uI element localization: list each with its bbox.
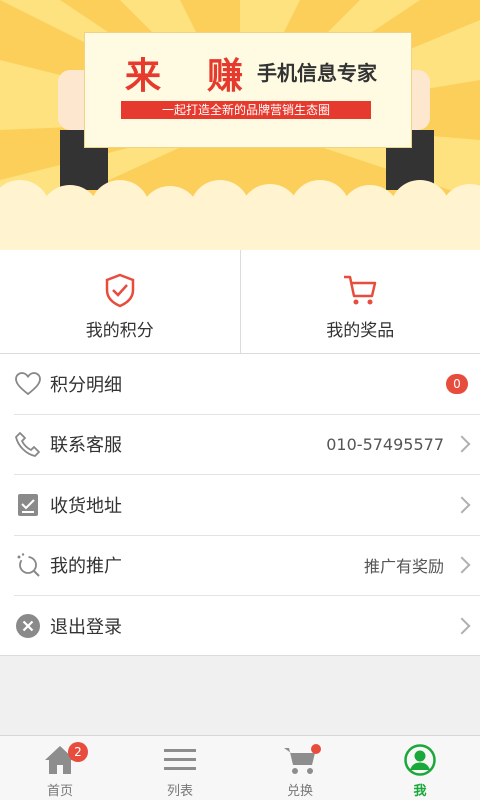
home-badge: 2	[68, 742, 88, 762]
menu-item-my-promotion[interactable]: 我的推广 推广有奖励	[14, 536, 480, 596]
logout-icon	[14, 612, 42, 640]
menu-item-label: 联系客服	[50, 435, 122, 457]
card-my-prizes[interactable]: 我的奖品	[239, 250, 480, 353]
nav-label: 首页	[46, 784, 73, 799]
cart-icon	[344, 275, 377, 305]
heart-icon	[14, 370, 42, 398]
menu-item-label: 积分明细	[50, 374, 122, 396]
menu-item-label: 退出登录	[50, 617, 122, 639]
card-my-points[interactable]: 我的积分	[0, 250, 240, 353]
bottom-nav: 2 首页 列表 兑换 我	[0, 735, 480, 800]
quick-cards: 我的积分 我的奖品	[0, 250, 480, 354]
phone-icon	[14, 430, 42, 458]
nav-tab-home[interactable]: 2 首页	[0, 736, 120, 800]
nav-tab-list[interactable]: 列表	[120, 736, 240, 800]
banner-char-lai: 来	[125, 56, 162, 97]
nav-tab-exchange[interactable]: 兑换	[240, 736, 360, 800]
nav-label: 兑换	[286, 784, 313, 799]
list-icon	[164, 749, 196, 770]
nav-label: 我	[413, 784, 427, 799]
card-my-prizes-label: 我的奖品	[326, 321, 395, 341]
menu-item-points-detail[interactable]: 积分明细 0	[14, 354, 480, 415]
address-icon	[14, 491, 42, 519]
shield-check-icon	[105, 273, 134, 308]
nav-tab-me[interactable]: 我	[360, 736, 480, 800]
menu-item-label: 我的推广	[50, 556, 122, 578]
profile-page: 来 赚 手机信息专家 一起打造全新的品牌营销生态圈 我的积分 我的奖品 积分明细…	[0, 0, 480, 800]
promotion-reward-text: 推广有奖励	[363, 557, 444, 577]
promo-banner[interactable]: 来 赚 手机信息专家 一起打造全新的品牌营销生态圈	[0, 0, 480, 250]
promote-icon	[14, 551, 42, 579]
chevron-right-icon	[453, 435, 471, 453]
menu-item-logout[interactable]: 退出登录	[14, 596, 480, 657]
card-my-points-label: 我的积分	[85, 321, 154, 341]
points-count-badge: 0	[446, 373, 468, 394]
menu-item-label: 收货地址	[50, 495, 122, 517]
chevron-right-icon	[453, 556, 471, 574]
banner-sign: 来 赚 手机信息专家 一起打造全新的品牌营销生态圈	[84, 32, 412, 148]
banner-slogan: 一起打造全新的品牌营销生态圈	[121, 101, 371, 119]
menu-item-customer-service[interactable]: 联系客服 010-57495577	[14, 415, 480, 475]
chevron-right-icon	[453, 496, 471, 514]
service-phone-number: 010-57495577	[326, 434, 444, 454]
banner-subtitle: 手机信息专家	[257, 61, 377, 85]
exchange-notification-dot	[311, 744, 321, 754]
chevron-right-icon	[453, 617, 471, 635]
nav-label: 列表	[166, 784, 193, 799]
banner-char-zhuan: 赚	[207, 56, 244, 97]
user-icon	[404, 744, 436, 776]
menu-list: 积分明细 0 联系客服 010-57495577 收货地址 我的推广 推广有奖励…	[0, 354, 480, 656]
menu-item-shipping-address[interactable]: 收货地址	[14, 475, 480, 536]
